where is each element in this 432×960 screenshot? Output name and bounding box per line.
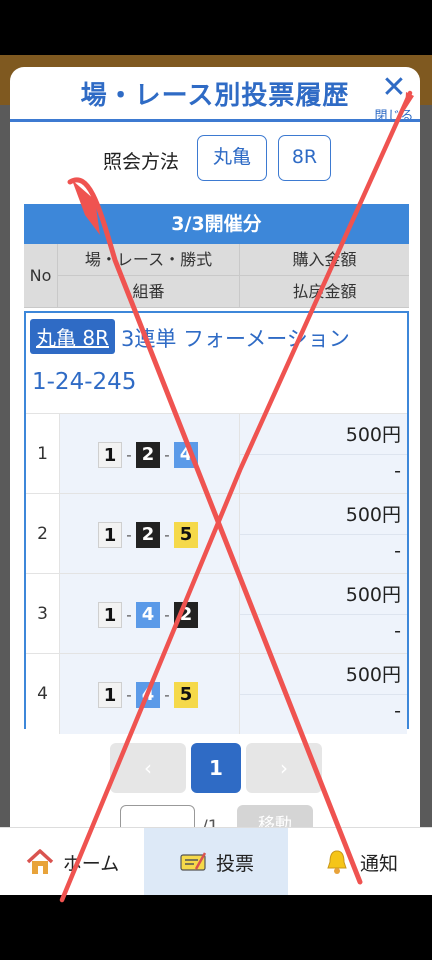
bet-entry-card: 丸亀 8R 3連単 フォーメーション 1-24-245 1 1-2-4 500円 -2…	[24, 311, 409, 734]
pick-separator: -	[164, 526, 170, 544]
boat-number-badge: 5	[174, 682, 198, 708]
row-number: 3	[26, 574, 60, 654]
venue-race-link[interactable]: 丸亀 8R	[30, 319, 115, 354]
bet-history-modal: 場・レース別投票履歴 ✕ 閉じる 照会方法 丸亀 8R 3/3開催分 No 場・…	[10, 67, 420, 827]
pick-separator: -	[126, 686, 132, 704]
purchase-amount: 500円	[345, 504, 401, 526]
current-page-button[interactable]: 1	[191, 743, 241, 793]
close-button[interactable]: ✕ 閉じる	[370, 70, 418, 125]
modal-title: 場・レース別投票履歴	[80, 81, 350, 111]
purchase-amount: 500円	[345, 584, 401, 606]
boat-number-badge: 4	[136, 682, 160, 708]
inquiry-method-row: 照会方法 丸亀 8R	[10, 135, 420, 181]
history-table-header: 3/3開催分 No 場・レース・勝式 購入金額 組番 払戻金額	[24, 204, 409, 308]
col-no: No	[24, 244, 58, 308]
bet-type-label: 3連単 フォーメーション	[121, 327, 350, 351]
system-nav-bar	[0, 895, 432, 960]
purchase-amount: 500円	[345, 424, 401, 446]
boat-sequence: 1-2-4	[98, 442, 198, 468]
nav-home[interactable]: ホーム	[0, 828, 144, 896]
row-amounts: 500円 -	[240, 574, 407, 654]
pick-separator: -	[164, 686, 170, 704]
col-combination: 組番	[58, 276, 240, 308]
pagination: ‹ 1 ›	[10, 743, 420, 793]
boat-sequence: 1-4-5	[98, 682, 198, 708]
status-bar-top	[0, 0, 432, 55]
pick-separator: -	[164, 446, 170, 464]
boat-number-badge: 2	[136, 442, 160, 468]
amount-divider	[240, 534, 407, 535]
table-row: 4 1-4-5 500円 -	[26, 653, 407, 734]
payout-amount: -	[394, 460, 401, 482]
boat-number-badge: 1	[98, 682, 122, 708]
close-icon: ✕	[381, 70, 407, 105]
row-amounts: 500円 -	[240, 654, 407, 734]
pick-separator: -	[126, 606, 132, 624]
page-total: /1	[202, 817, 219, 827]
nav-home-label: ホーム	[62, 852, 120, 875]
bell-icon	[327, 850, 347, 874]
col-venue-race-type: 場・レース・勝式	[58, 244, 240, 276]
row-picks: 1-4-5	[60, 654, 240, 734]
pick-separator: -	[164, 606, 170, 624]
boat-number-badge: 5	[174, 522, 198, 548]
inquiry-method-label: 照会方法	[103, 151, 180, 173]
nav-notice-label: 通知	[359, 852, 398, 875]
table-row: 1 1-2-4 500円 -	[26, 413, 407, 494]
home-icon	[26, 849, 53, 874]
boat-number-badge: 4	[174, 442, 198, 468]
amount-divider	[240, 614, 407, 615]
row-amounts: 500円 -	[240, 414, 407, 494]
boat-number-badge: 2	[136, 522, 160, 548]
row-picks: 1-4-2	[60, 574, 240, 654]
amount-divider	[240, 454, 407, 455]
prev-page-button[interactable]: ‹	[110, 743, 186, 793]
boat-number-badge: 4	[136, 602, 160, 628]
page-number-input[interactable]	[120, 805, 195, 827]
row-number: 4	[26, 654, 60, 734]
boat-number-badge: 1	[98, 442, 122, 468]
col-purchase-amount: 購入金額	[240, 244, 409, 276]
page-jump-row: /1 移動	[10, 805, 420, 827]
row-picks: 1-2-4	[60, 414, 240, 494]
chevron-right-icon: ›	[280, 756, 288, 780]
title-divider	[10, 119, 420, 122]
purchase-amount: 500円	[345, 664, 401, 686]
ticket-icon	[180, 852, 207, 871]
entry-summary: 丸亀 8R 3連単 フォーメーション 1-24-245	[26, 313, 407, 413]
venue-select-button[interactable]: 丸亀	[197, 135, 267, 181]
chevron-left-icon: ‹	[144, 756, 152, 780]
payout-amount: -	[394, 540, 401, 562]
boat-number-badge: 1	[98, 602, 122, 628]
payout-amount: -	[394, 620, 401, 642]
amount-divider	[240, 694, 407, 695]
boat-sequence: 1-4-2	[98, 602, 198, 628]
pick-separator: -	[126, 446, 132, 464]
boat-number-badge: 1	[98, 522, 122, 548]
session-heading: 3/3開催分	[24, 204, 409, 244]
row-number: 2	[26, 494, 60, 574]
next-page-button[interactable]: ›	[246, 743, 322, 793]
row-picks: 1-2-5	[60, 494, 240, 574]
table-row: 3 1-4-2 500円 -	[26, 573, 407, 654]
race-select-button[interactable]: 8R	[278, 135, 331, 181]
column-headers: No 場・レース・勝式 購入金額 組番 払戻金額	[24, 244, 409, 308]
bet-rows: 1 1-2-4 500円 -2 1-2-5 500円 -3 1-4-2 500円 -4 1-4-5 5…	[26, 413, 407, 734]
boat-sequence: 1-2-5	[98, 522, 198, 548]
boat-number-badge: 2	[174, 602, 198, 628]
combination-label: 1-24-245	[32, 369, 137, 395]
payout-amount: -	[394, 700, 401, 722]
page-go-button[interactable]: 移動	[237, 805, 313, 827]
nav-notice[interactable]: 通知	[288, 828, 432, 896]
col-payout-amount: 払戻金額	[292, 282, 357, 301]
pick-separator: -	[126, 526, 132, 544]
table-row: 2 1-2-5 500円 -	[26, 493, 407, 574]
bottom-navigation: ホーム 投票 通知	[0, 827, 432, 896]
row-number: 1	[26, 414, 60, 494]
row-amounts: 500円 -	[240, 494, 407, 574]
nav-vote[interactable]: 投票	[144, 828, 288, 896]
nav-vote-label: 投票	[215, 852, 254, 875]
